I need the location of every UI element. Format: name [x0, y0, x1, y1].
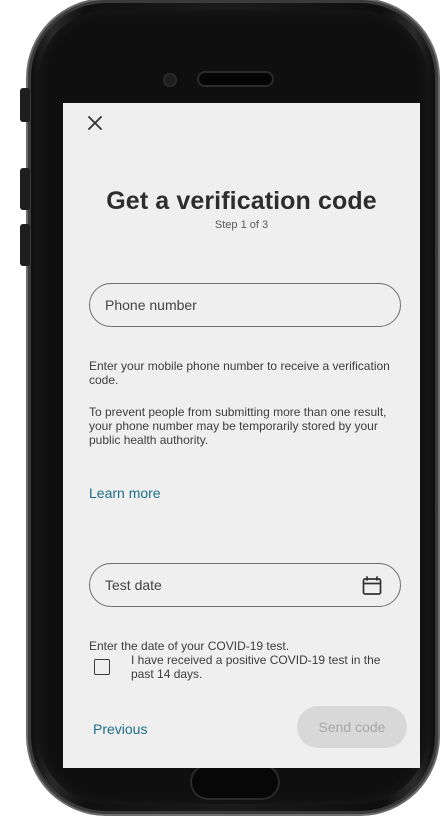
- ringer-switch: [20, 88, 30, 122]
- test-date-help-text: Enter the date of your COVID-19 test.: [89, 639, 290, 653]
- positive-test-label: I have received a positive COVID-19 test…: [131, 653, 381, 681]
- volume-up-button: [20, 168, 30, 210]
- phone-number-field[interactable]: Phone number: [89, 283, 401, 327]
- learn-more-link[interactable]: Learn more: [89, 485, 161, 501]
- calendar-icon[interactable]: [360, 574, 384, 598]
- home-button[interactable]: [190, 764, 280, 800]
- front-camera: [163, 73, 177, 87]
- previous-button[interactable]: Previous: [93, 721, 147, 737]
- step-indicator: Step 1 of 3: [214, 219, 269, 231]
- close-button[interactable]: close-icon: [83, 111, 107, 135]
- phone-number-label: Phone number: [105, 297, 197, 313]
- phone-privacy-text: To prevent people from submitting more t…: [89, 405, 387, 447]
- volume-down-button: [20, 224, 30, 266]
- test-date-field[interactable]: Test date calendar-icon: [89, 563, 401, 607]
- positive-test-checkbox[interactable]: [94, 659, 110, 675]
- page-title: Get a verification code: [106, 186, 377, 215]
- stage: close-icon Get a verification code Step …: [0, 0, 441, 816]
- earpiece-speaker: [197, 71, 274, 87]
- verification-screen: close-icon Get a verification code Step …: [63, 103, 420, 768]
- test-date-label: Test date: [105, 577, 162, 593]
- phone-help-text: Enter your mobile phone number to receiv…: [89, 359, 390, 387]
- close-icon: [88, 116, 102, 130]
- send-code-button[interactable]: Send code: [297, 706, 407, 748]
